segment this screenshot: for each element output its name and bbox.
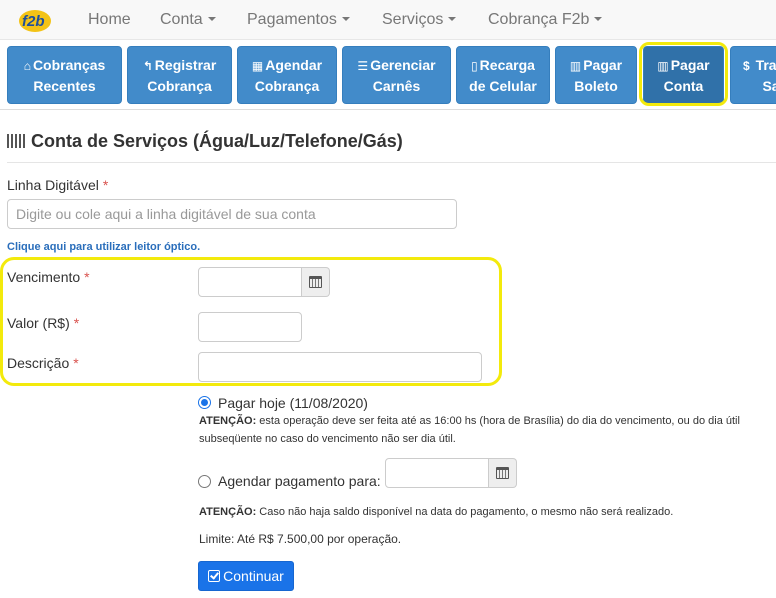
check-square-icon xyxy=(208,570,221,582)
nav-pagamentos-label: Pagamentos xyxy=(247,11,337,28)
button-label: Continuar xyxy=(223,568,284,584)
button-label: Boleto xyxy=(574,78,618,94)
button-label: Pagar xyxy=(583,57,623,73)
pagar-conta-button[interactable]: ▥ Pagar Conta xyxy=(643,46,724,104)
button-label: Recentes xyxy=(33,78,96,94)
barcode-icon xyxy=(7,134,27,148)
agendar-pagamento-label[interactable]: Agendar pagamento para: xyxy=(218,473,381,489)
agendar-cobranca-button[interactable]: ▦ Agendar Cobrança xyxy=(237,46,337,104)
button-label: de Celular xyxy=(469,78,537,94)
nav-conta[interactable]: Conta xyxy=(160,11,216,29)
inbox-icon: ⌂ xyxy=(23,59,31,73)
label-text: Vencimento xyxy=(7,269,81,285)
caret-down-icon xyxy=(448,16,457,21)
agendar-warning: ATENÇÃO: Caso não haja saldo disponível … xyxy=(199,503,776,521)
svg-text:f2b: f2b xyxy=(22,13,45,30)
nav-pagamentos[interactable]: Pagamentos xyxy=(247,11,350,29)
valor-label: Valor (R$) * xyxy=(7,315,79,331)
linha-digitavel-label: Linha Digitável * xyxy=(7,177,108,193)
nav-cobranca-f2b-label: Cobrança F2b xyxy=(488,11,590,28)
required-mark: * xyxy=(84,269,90,285)
nav-home-label: Home xyxy=(88,11,131,28)
page-title: Conta de Serviços (Água/Luz/Telefone/Gás… xyxy=(7,131,403,152)
nav-home[interactable]: Home xyxy=(88,11,131,29)
button-label: Conta xyxy=(663,78,704,94)
warning-prefix: ATENÇÃO: xyxy=(199,506,257,518)
caret-down-icon xyxy=(341,16,350,21)
divider xyxy=(7,162,776,163)
pagar-boleto-button[interactable]: ▥ Pagar Boleto xyxy=(555,46,637,104)
page-title-text: Conta de Serviços (Água/Luz/Telefone/Gás… xyxy=(31,131,403,151)
required-mark: * xyxy=(73,355,79,371)
vencimento-calendar-button[interactable] xyxy=(302,267,330,297)
quick-actions-bar: ⌂ Cobranças Recentes ↰ Registrar Cobrança ▦ A… xyxy=(0,40,776,110)
button-label: Pagar xyxy=(670,57,710,73)
cobrancas-recentes-button[interactable]: ⌂ Cobranças Recentes xyxy=(7,46,122,104)
valor-input[interactable] xyxy=(198,312,302,342)
button-label: Cobrança xyxy=(147,78,212,94)
vencimento-input[interactable] xyxy=(198,267,302,297)
caret-down-icon xyxy=(594,16,603,21)
list-icon: ☰ xyxy=(357,59,369,73)
pagar-hoje-label[interactable]: Pagar hoje (11/08/2020) xyxy=(218,395,368,411)
agendar-pagamento-radio[interactable] xyxy=(198,475,211,488)
button-label: Carnês xyxy=(372,78,421,94)
linha-digitavel-input[interactable] xyxy=(7,199,457,229)
nav-cobranca-f2b[interactable]: Cobrança F2b xyxy=(488,11,603,29)
agendar-calendar-button[interactable] xyxy=(489,458,517,488)
button-label: Gerenciar xyxy=(370,57,436,73)
gerenciar-carnes-button[interactable]: ☰ Gerenciar Carnês xyxy=(342,46,451,104)
label-text: Linha Digitável xyxy=(7,177,99,193)
limit-text: Limite: Até R$ 7.500,00 por operação. xyxy=(199,532,402,546)
optical-reader-link[interactable]: Clique aqui para utilizar leitor óptico. xyxy=(7,241,200,253)
button-label: Tra xyxy=(755,57,776,73)
button-label: Recarga xyxy=(479,57,535,73)
nav-servicos-label: Serviços xyxy=(382,11,444,28)
button-label: Sa xyxy=(762,78,776,94)
descricao-input[interactable] xyxy=(198,352,482,382)
label-text: Valor (R$) xyxy=(7,315,70,331)
required-mark: * xyxy=(73,315,80,331)
top-navbar: f2b Home Conta Pagamentos Serviços Cobra… xyxy=(0,0,776,40)
pagar-hoje-radio[interactable] xyxy=(198,396,211,409)
button-label: Cobranças xyxy=(32,57,106,73)
button-label: Registrar xyxy=(154,57,217,73)
button-label: Cobrança xyxy=(254,78,320,94)
transferir-saldo-button[interactable]: $ Tra Sa xyxy=(730,46,776,104)
recarga-celular-button[interactable]: ▯ Recarga de Celular xyxy=(456,46,550,104)
descricao-label: Descrição * xyxy=(7,355,79,371)
barcode-icon: ▥ xyxy=(569,59,582,73)
f2b-logo[interactable]: f2b xyxy=(18,6,52,34)
agendar-data-input[interactable] xyxy=(385,458,489,488)
nav-servicos[interactable]: Serviços xyxy=(382,11,457,29)
required-mark: * xyxy=(102,177,109,193)
caret-down-icon xyxy=(207,16,216,21)
warning-prefix: ATENÇÃO: xyxy=(199,415,257,427)
barcode-icon: ▥ xyxy=(657,59,669,73)
calendar-icon xyxy=(309,276,322,288)
continuar-button[interactable]: Continuar xyxy=(198,561,294,591)
reply-icon: ↰ xyxy=(142,59,153,73)
mobile-icon: ▯ xyxy=(471,59,478,73)
registrar-cobranca-button[interactable]: ↰ Registrar Cobrança xyxy=(127,46,232,104)
nav-conta-label: Conta xyxy=(160,11,203,28)
button-label: Agendar xyxy=(265,57,323,73)
dollar-icon: $ xyxy=(743,59,750,73)
vencimento-label: Vencimento * xyxy=(7,269,90,285)
warning-text: Caso não haja saldo disponível na data d… xyxy=(256,506,674,518)
calendar-icon: ▦ xyxy=(251,59,264,73)
calendar-icon xyxy=(496,467,509,479)
pagar-hoje-warning: ATENÇÃO: esta operação deve ser feita at… xyxy=(199,412,776,448)
label-text: Descrição xyxy=(7,355,70,371)
warning-text: esta operação deve ser feita até as 16:0… xyxy=(199,415,740,445)
